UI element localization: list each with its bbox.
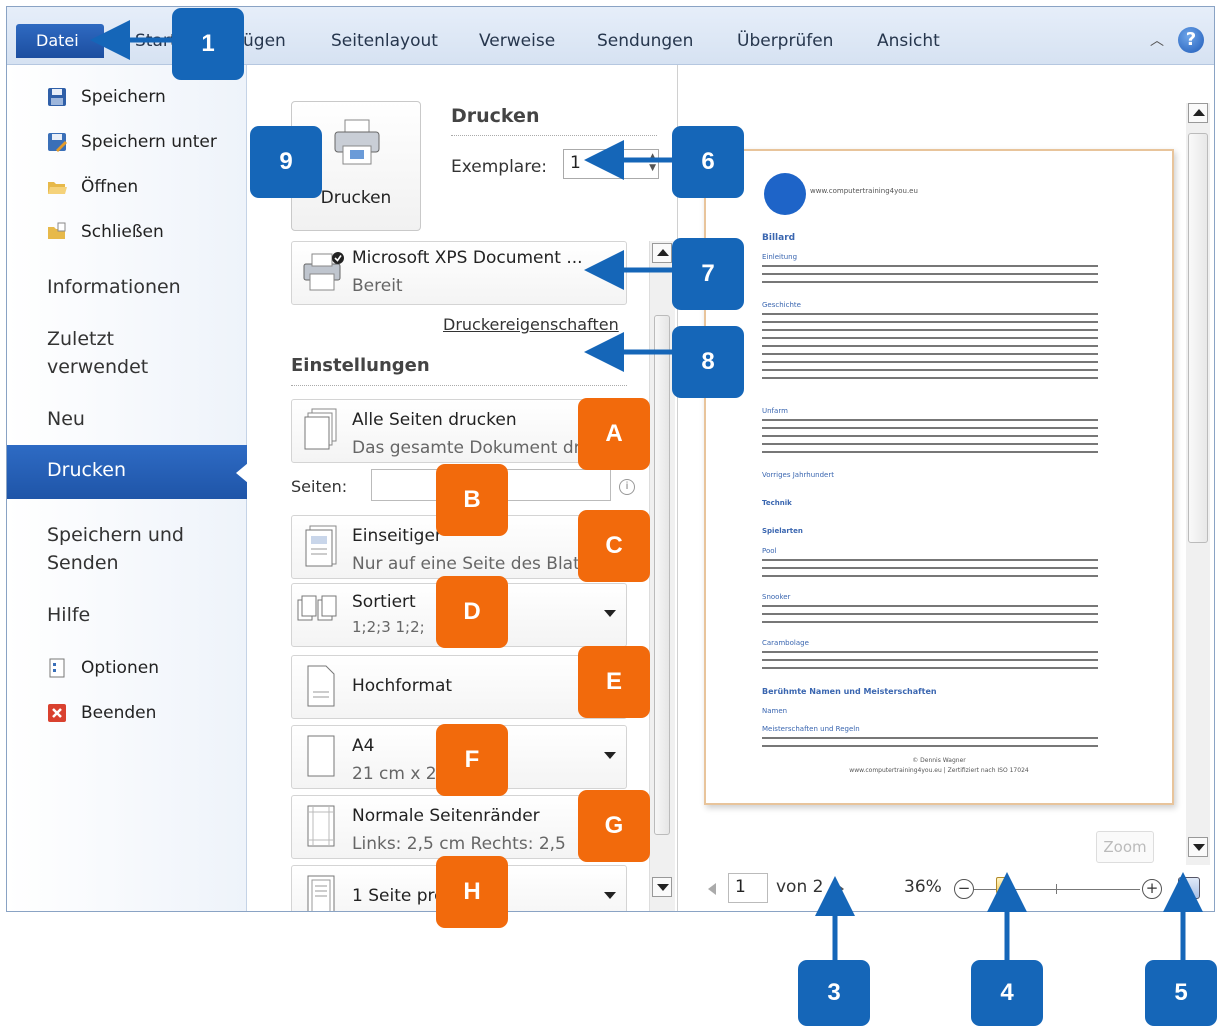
callout-4: 4 xyxy=(971,960,1043,1026)
callout-3: 3 xyxy=(798,960,870,1026)
callout-7: 7 xyxy=(672,238,744,310)
callout-1: 1 xyxy=(172,8,244,80)
tag-h: H xyxy=(436,856,508,928)
tag-f: F xyxy=(436,724,508,796)
tag-d: D xyxy=(436,576,508,648)
tag-e: E xyxy=(578,646,650,718)
tag-b: B xyxy=(436,464,508,536)
callout-5: 5 xyxy=(1145,960,1217,1026)
tag-c: C xyxy=(578,510,650,582)
callout-9: 9 xyxy=(250,126,322,198)
tag-a: A xyxy=(578,398,650,470)
tag-g: G xyxy=(578,790,650,862)
callout-8: 8 xyxy=(672,326,744,398)
callout-6: 6 xyxy=(672,126,744,198)
